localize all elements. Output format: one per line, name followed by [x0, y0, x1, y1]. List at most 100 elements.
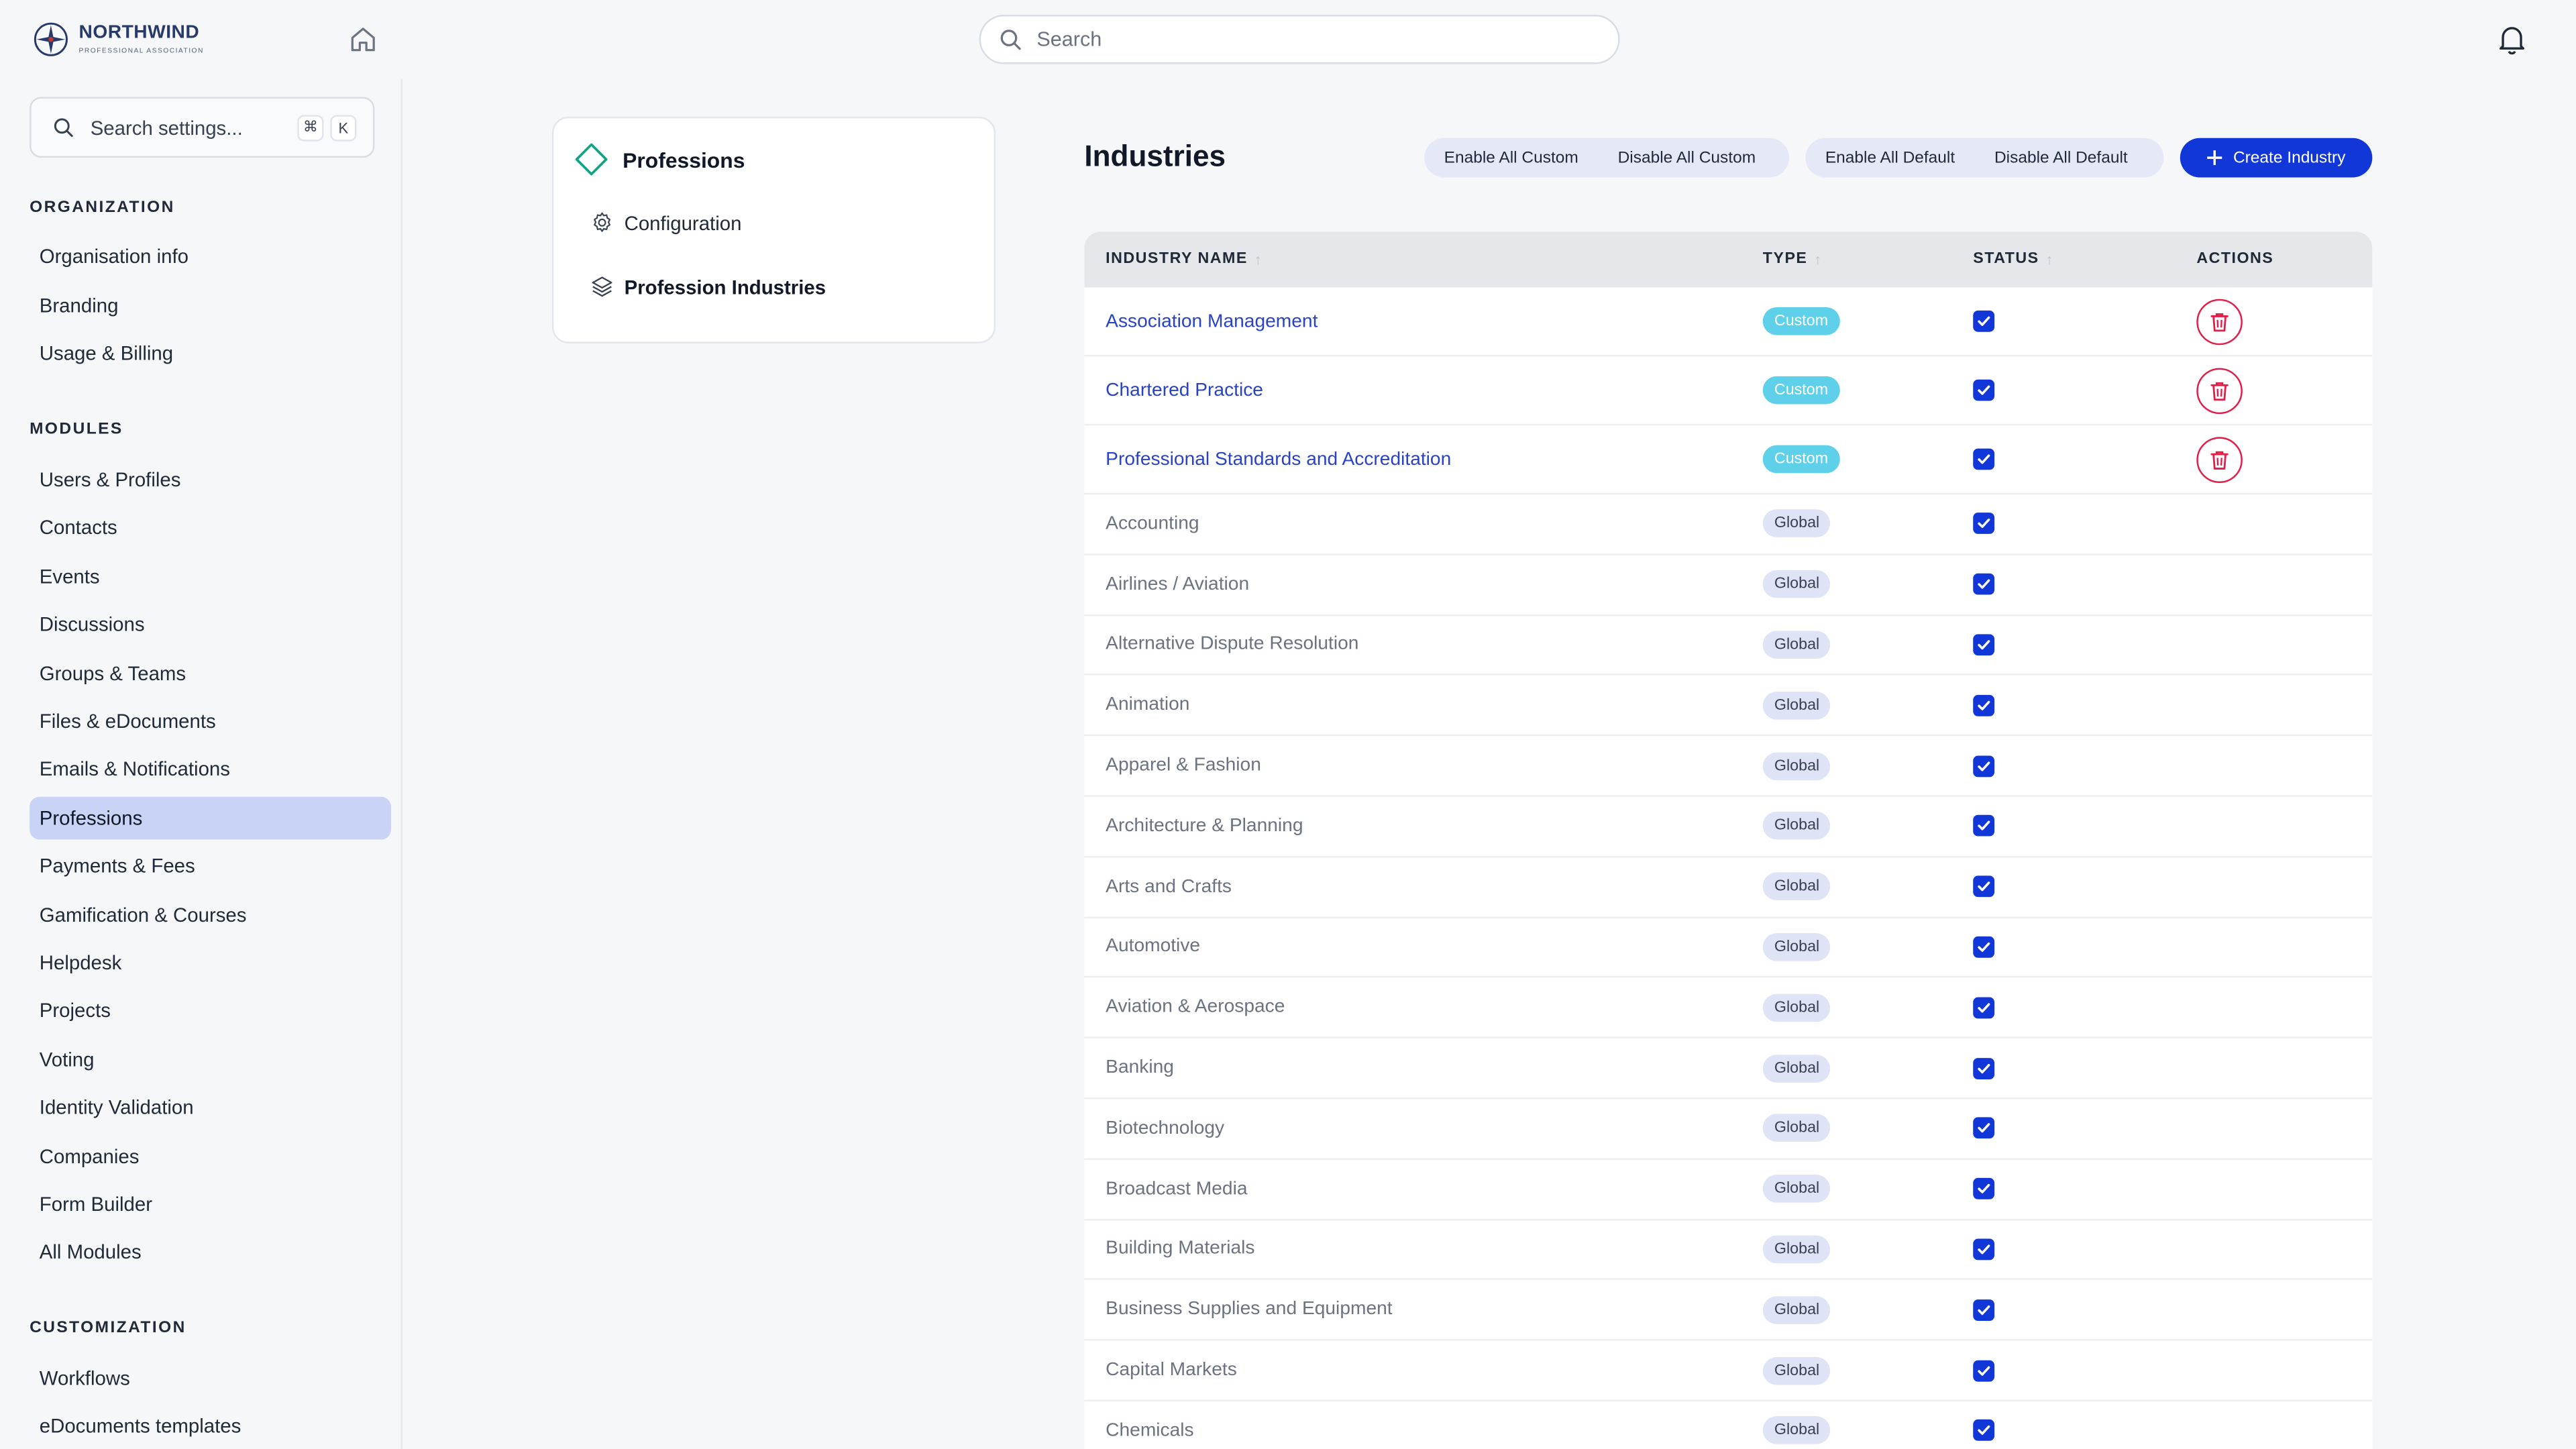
sidebar-item-all-modules[interactable]: All Modules — [30, 1230, 391, 1273]
sidebar-item-users-profiles[interactable]: Users & Profiles — [30, 458, 391, 501]
status-cell — [1973, 1159, 1995, 1218]
trash-icon — [2210, 312, 2229, 331]
type-badge: Global — [1762, 1416, 1831, 1445]
sidebar-item-contacts[interactable]: Contacts — [30, 506, 391, 549]
brand-logo[interactable]: NORTHWIND PROFESSIONAL ASSOCIATION — [33, 21, 204, 58]
home-icon[interactable] — [347, 23, 380, 56]
delete-industry-button[interactable] — [2196, 436, 2243, 482]
sidebar-item-events[interactable]: Events — [30, 555, 391, 598]
enable-all-default-button[interactable]: Enable All Default — [1805, 149, 1974, 167]
create-industry-button[interactable]: Create Industry — [2180, 138, 2373, 178]
sidebar-item-files-edocuments[interactable]: Files & eDocuments — [30, 700, 391, 743]
type-badge: Global — [1762, 1356, 1831, 1385]
delete-industry-button[interactable] — [2196, 367, 2243, 413]
sidebar-item-groups-teams[interactable]: Groups & Teams — [30, 652, 391, 695]
actions-cell — [2196, 356, 2243, 423]
delete-industry-button[interactable] — [2196, 298, 2243, 345]
checkmark-icon — [1978, 1365, 1990, 1375]
sidebar-item-emails-notifications[interactable]: Emails & Notifications — [30, 747, 391, 790]
sidebar-item-edocuments-templates[interactable]: eDocuments templates — [30, 1405, 391, 1448]
type-badge: Custom — [1762, 445, 1840, 474]
type-badge: Global — [1762, 1235, 1831, 1264]
column-header-label: TYPE — [1762, 250, 1808, 268]
bell-icon[interactable] — [2494, 21, 2530, 58]
status-checkbox[interactable] — [1973, 1238, 1995, 1260]
sidebar-item-companies[interactable]: Companies — [30, 1135, 391, 1178]
sidebar-item-professions[interactable]: Professions — [30, 796, 391, 840]
status-checkbox[interactable] — [1973, 1118, 1995, 1140]
sidebar-item-discussions[interactable]: Discussions — [30, 603, 391, 646]
create-industry-label: Create Industry — [2233, 148, 2346, 167]
status-checkbox[interactable] — [1973, 694, 1995, 716]
sidebar-item-usage-billing[interactable]: Usage & Billing — [30, 332, 391, 375]
status-checkbox[interactable] — [1973, 1299, 1995, 1321]
status-checkbox[interactable] — [1973, 634, 1995, 656]
industry-name[interactable]: Professional Standards and Accreditation — [1106, 425, 1451, 492]
disable-all-default-button[interactable]: Disable All Default — [1975, 149, 2148, 167]
sidebar-item-organisation-info[interactable]: Organisation info — [30, 235, 391, 278]
shortcut-key-k: K — [330, 114, 357, 141]
type-badge: Global — [1762, 1175, 1831, 1203]
global-search[interactable] — [979, 15, 1620, 64]
industry-name: Banking — [1106, 1058, 1174, 1078]
table-row: Banking Global — [1084, 1038, 2373, 1099]
status-cell — [1973, 1220, 1995, 1279]
type-cell: Global — [1762, 797, 1831, 856]
custom-bulk-actions: Enable All Custom Disable All Custom — [1424, 138, 1789, 178]
sidebar-item-identity-validation[interactable]: Identity Validation — [30, 1086, 391, 1129]
industry-name[interactable]: Association Management — [1106, 288, 1318, 355]
industry-name: Biotechnology — [1106, 1118, 1225, 1138]
status-checkbox[interactable] — [1973, 379, 1995, 401]
status-checkbox[interactable] — [1973, 448, 1995, 470]
industry-name: Arts and Crafts — [1106, 876, 1232, 897]
status-checkbox[interactable] — [1973, 1178, 1995, 1200]
table-row: Aviation & Aerospace Global — [1084, 978, 2373, 1039]
sidebar-item-gamification-courses[interactable]: Gamification & Courses — [30, 894, 391, 936]
checkmark-icon — [1978, 1124, 1990, 1134]
column-header-industry-name[interactable]: INDUSTRY NAME ↑ — [1106, 250, 1263, 268]
subnav-item-label: Profession Industries — [624, 275, 826, 299]
sidebar-item-branding[interactable]: Branding — [30, 284, 391, 327]
sidebar-item-projects[interactable]: Projects — [30, 989, 391, 1032]
section-title-organization: ORGANIZATION — [30, 199, 175, 217]
type-cell: Global — [1762, 918, 1831, 977]
type-cell: Global — [1762, 1220, 1831, 1279]
type-badge: Custom — [1762, 376, 1840, 405]
status-checkbox[interactable] — [1973, 755, 1995, 777]
status-cell — [1973, 1038, 1995, 1097]
status-checkbox[interactable] — [1973, 1057, 1995, 1079]
column-header-status[interactable]: STATUS ↑ — [1973, 250, 2054, 268]
status-cell — [1973, 1341, 1995, 1400]
industry-name[interactable]: Chartered Practice — [1106, 356, 1263, 423]
sidebar-item-voting[interactable]: Voting — [30, 1038, 391, 1081]
status-checkbox[interactable] — [1973, 936, 1995, 958]
type-badge: Global — [1762, 994, 1831, 1022]
status-checkbox[interactable] — [1973, 513, 1995, 535]
subnav-title: Professions — [623, 147, 745, 172]
status-cell — [1973, 555, 1995, 614]
status-checkbox[interactable] — [1973, 1359, 1995, 1381]
column-header-type[interactable]: TYPE ↑ — [1763, 250, 1823, 268]
enable-all-custom-button[interactable]: Enable All Custom — [1424, 149, 1598, 167]
status-checkbox[interactable] — [1973, 996, 1995, 1018]
plus-icon — [2207, 150, 2223, 166]
status-checkbox[interactable] — [1973, 875, 1995, 898]
disable-all-custom-button[interactable]: Disable All Custom — [1598, 149, 1775, 167]
sidebar-item-workflows[interactable]: Workflows — [30, 1357, 391, 1400]
subnav-item-profession-industries[interactable]: Profession Industries — [590, 274, 826, 299]
sidebar-item-payments-fees[interactable]: Payments & Fees — [30, 845, 391, 888]
checkmark-icon — [1978, 700, 1990, 710]
status-cell — [1973, 857, 1995, 916]
sidebar-item-helpdesk[interactable]: Helpdesk — [30, 941, 391, 984]
status-cell — [1973, 676, 1995, 735]
status-checkbox[interactable] — [1973, 574, 1995, 595]
status-checkbox[interactable] — [1973, 1419, 1995, 1442]
settings-search-placeholder: Search settings... — [90, 115, 243, 139]
status-checkbox[interactable] — [1973, 815, 1995, 837]
global-search-input[interactable] — [1033, 26, 1566, 53]
subnav-item-configuration[interactable]: Configuration — [590, 210, 741, 235]
table-row: Automotive Global — [1084, 918, 2373, 979]
settings-search[interactable]: Search settings... ⌘ K — [30, 97, 375, 158]
status-checkbox[interactable] — [1973, 310, 1995, 332]
sidebar-item-form-builder[interactable]: Form Builder — [30, 1183, 391, 1226]
